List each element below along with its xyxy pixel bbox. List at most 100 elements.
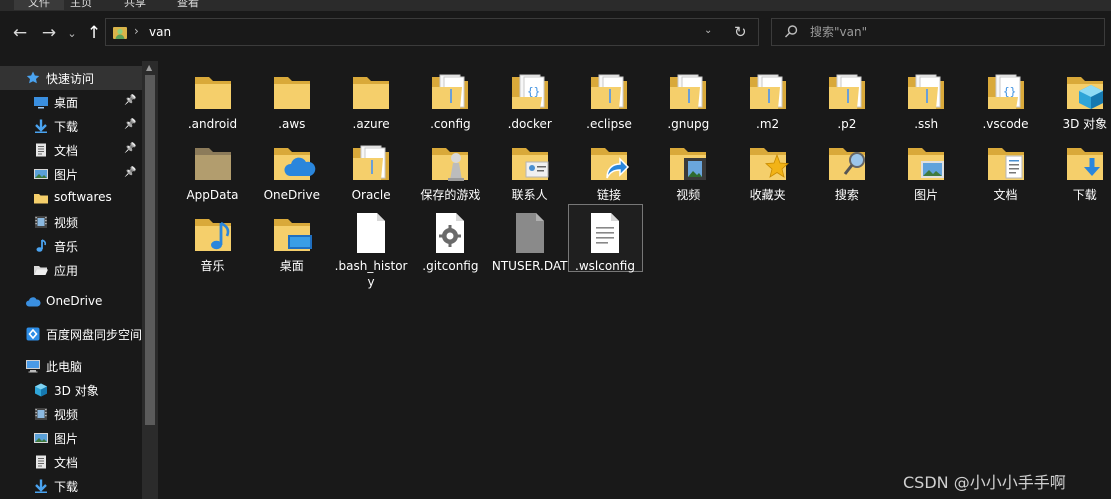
search-icon	[784, 24, 799, 42]
file-item[interactable]: Oracle	[332, 134, 411, 204]
forward-button[interactable]: →	[37, 21, 61, 45]
file-item[interactable]: .eclipse	[570, 63, 649, 133]
folder-papers-icon	[823, 67, 871, 115]
file-item[interactable]: 搜索	[807, 134, 886, 204]
file-item[interactable]: .android	[173, 63, 252, 133]
file-item[interactable]: .aws	[252, 63, 331, 133]
folder-desktop-icon	[268, 209, 316, 257]
file-item[interactable]: .gitconfig	[411, 205, 490, 275]
ribbon-tab-view[interactable]: 查看	[177, 0, 199, 10]
file-item[interactable]: AppData	[173, 134, 252, 204]
arrow-left-icon: ←	[12, 23, 28, 43]
recent-locations-button[interactable]: ⌄	[60, 21, 84, 45]
sidebar-item-label: 图片	[54, 432, 79, 446]
file-item[interactable]: .bash_history	[332, 205, 411, 289]
folder-papers-icon	[744, 67, 792, 115]
file-name: .docker	[507, 117, 552, 131]
baidu-netdisk-icon	[25, 326, 41, 342]
download-icon	[33, 118, 49, 134]
file-item[interactable]: 3D 对象	[1045, 63, 1111, 133]
sidebar-item-label: 文档	[54, 456, 79, 470]
sidebar-item-16[interactable]: 下载	[0, 474, 142, 498]
pin-icon[interactable]: 📌	[124, 119, 136, 130]
sidebar-item-2[interactable]: 下载 📌	[0, 114, 142, 138]
file-item[interactable]: 视频	[649, 134, 728, 204]
file-item[interactable]: {} .vscode	[966, 63, 1045, 133]
file-item[interactable]: .p2	[807, 63, 886, 133]
sidebar-item-8[interactable]: 应用	[0, 258, 142, 282]
file-item[interactable]: 联系人	[490, 134, 569, 204]
sidebar-item-6[interactable]: 视频	[0, 210, 142, 234]
sidebar-item-7[interactable]: 音乐	[0, 234, 142, 258]
sidebar-item-14[interactable]: 图片	[0, 426, 142, 450]
file-name: 3D 对象	[1062, 117, 1108, 131]
sidebar-item-label: OneDrive	[46, 294, 103, 308]
pin-icon[interactable]: 📌	[124, 95, 136, 106]
file-item[interactable]: 下载	[1045, 134, 1111, 204]
sidebar-item-15[interactable]: 文档	[0, 450, 142, 474]
folder-icon	[347, 67, 395, 115]
sidebar-item-11[interactable]: 此电脑	[0, 354, 142, 378]
sidebar-item-label: 下载	[54, 480, 79, 494]
file-item[interactable]: .config	[411, 63, 490, 133]
back-button[interactable]: ←	[8, 21, 32, 45]
sidebar-item-3[interactable]: 文档 📌	[0, 138, 142, 162]
navigation-pane: ▲ 快速访问 桌面 📌 下载 📌 文档 📌 图片 📌 softwares 视频 音乐 应用 OneDriv…	[0, 61, 158, 499]
address-history-dropdown-icon[interactable]: ⌄	[704, 25, 712, 36]
sidebar-item-5[interactable]: softwares	[0, 186, 142, 210]
folder-links-icon	[585, 138, 633, 186]
folder-3d-icon	[1061, 67, 1109, 115]
sidebar-item-label: 图片	[54, 168, 79, 182]
scroll-up-arrow-icon[interactable]: ▲	[146, 63, 152, 72]
folder-favorites-icon	[744, 138, 792, 186]
sidebar-item-0[interactable]: 快速访问	[0, 66, 142, 90]
file-name: .vscode	[982, 117, 1029, 131]
file-name: .azure	[352, 117, 390, 131]
arrow-up-icon: ↑	[86, 23, 102, 43]
sidebar-item-4[interactable]: 图片 📌	[0, 162, 142, 186]
sidebar-item-1[interactable]: 桌面 📌	[0, 90, 142, 114]
file-item[interactable]: 图片	[887, 134, 966, 204]
file-item[interactable]: .gnupg	[649, 63, 728, 133]
breadcrumb-van[interactable]: van	[149, 25, 171, 39]
pin-icon[interactable]: 📌	[124, 167, 136, 178]
sidebar-item-label: 百度网盘同步空间	[46, 328, 143, 342]
ribbon-tab-home[interactable]: 主页	[70, 0, 92, 10]
scrollbar-thumb[interactable]	[145, 75, 155, 425]
file-item[interactable]: 音乐	[173, 205, 252, 275]
file-item[interactable]: NTUSER.DAT	[490, 205, 569, 275]
sidebar-item-9[interactable]: OneDrive	[0, 290, 142, 314]
up-button[interactable]: ↑	[82, 21, 106, 45]
ribbon-tab-share[interactable]: 共享	[124, 0, 146, 10]
cube-icon	[33, 382, 49, 398]
ribbon-tab-file[interactable]: 文件	[14, 0, 64, 10]
sidebar-item-13[interactable]: 视频	[0, 402, 142, 426]
file-name: NTUSER.DAT	[491, 259, 568, 273]
address-bar[interactable]: › van ⌄ ↻	[105, 18, 759, 46]
sidebar-item-label: 文档	[54, 144, 79, 158]
sidebar-scrollbar[interactable]: ▲	[142, 61, 158, 499]
refresh-icon[interactable]: ↻	[734, 23, 747, 41]
file-item[interactable]: OneDrive	[252, 134, 331, 204]
sidebar-item-12[interactable]: 3D 对象	[0, 378, 142, 402]
file-item[interactable]: .m2	[728, 63, 807, 133]
file-item[interactable]: 文档	[966, 134, 1045, 204]
file-item[interactable]: .wslconfig	[567, 204, 643, 273]
search-box	[771, 18, 1105, 46]
file-item[interactable]: 桌面	[252, 205, 331, 275]
watermark: CSDN @小小小手手啊	[903, 473, 1066, 492]
file-item[interactable]: .ssh	[887, 63, 966, 133]
file-item[interactable]: 链接	[570, 134, 649, 204]
folder-icon	[268, 67, 316, 115]
file-item[interactable]: 收藏夹	[728, 134, 807, 204]
file-item[interactable]: 保存的游戏	[411, 134, 490, 204]
search-input[interactable]	[810, 24, 1090, 40]
document-icon	[33, 454, 49, 470]
user-folder-icon	[112, 25, 128, 44]
sidebar-item-10[interactable]: 百度网盘同步空间	[0, 322, 142, 346]
folder-hidden-icon	[189, 138, 237, 186]
pin-icon[interactable]: 📌	[124, 143, 136, 154]
file-item[interactable]: {} .docker	[490, 63, 569, 133]
star-icon	[25, 70, 41, 86]
file-item[interactable]: .azure	[332, 63, 411, 133]
